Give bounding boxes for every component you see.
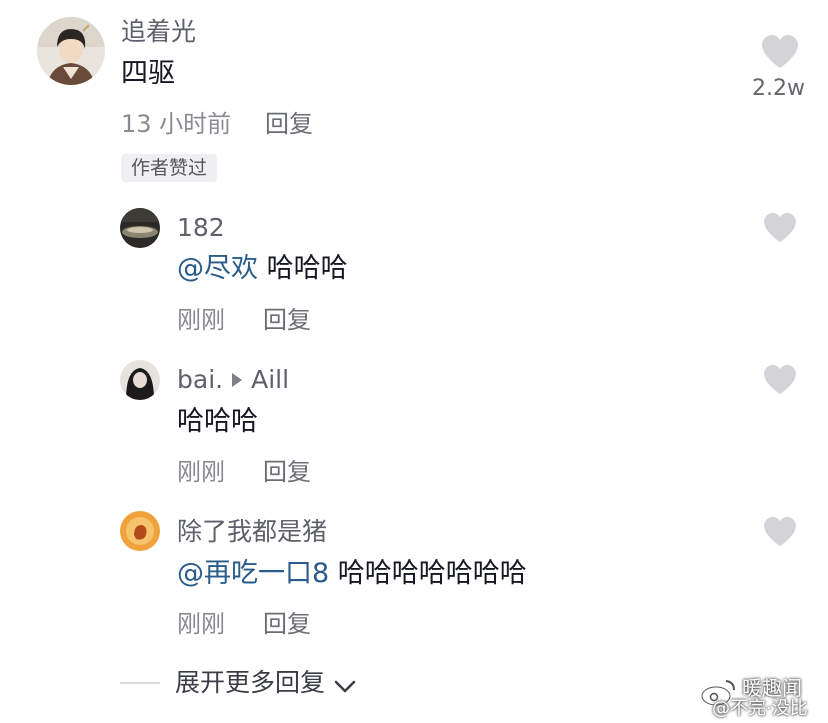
mention-link[interactable]: @再吃一口8 — [177, 558, 329, 589]
reply-text: 哈哈哈 — [177, 406, 258, 437]
avatar[interactable] — [120, 360, 160, 400]
divider — [120, 682, 160, 684]
avatar[interactable] — [37, 17, 105, 85]
reply-button[interactable]: 回复 — [263, 609, 311, 639]
like-button[interactable] — [762, 212, 798, 244]
avatar[interactable] — [120, 511, 160, 551]
comment-text: 四驱 — [121, 58, 175, 89]
watermark-line2: @不完·没比 — [712, 698, 808, 719]
reply-button[interactable]: 回复 — [263, 305, 311, 335]
avatar[interactable] — [120, 208, 160, 248]
reply-text: @再吃一口8 哈哈哈哈哈哈哈 — [177, 557, 527, 591]
chevron-down-icon — [334, 680, 356, 692]
play-arrow-icon — [232, 373, 243, 387]
reply-button[interactable]: 回复 — [265, 109, 313, 139]
reply-username-line: bai. Aill — [177, 365, 289, 395]
like-button[interactable] — [760, 34, 800, 70]
comment-timestamp: 13 小时前 — [121, 110, 232, 138]
expand-more-label: 展开更多回复 — [175, 668, 326, 697]
reply-text: @尽欢 哈哈哈 — [177, 252, 348, 286]
heart-icon — [764, 212, 796, 243]
reply-to-username[interactable]: Aill — [251, 365, 289, 394]
author-liked-badge: 作者赞过 — [121, 154, 218, 182]
like-button[interactable] — [762, 364, 798, 396]
expand-more-replies[interactable]: 展开更多回复 — [175, 668, 356, 698]
like-count: 2.2w — [752, 76, 805, 101]
reply-timestamp: 刚刚 — [177, 458, 225, 486]
like-button[interactable] — [762, 516, 798, 548]
heart-icon — [764, 516, 796, 547]
reply-timestamp: 刚刚 — [177, 306, 225, 334]
comment-username[interactable]: 追着光 — [121, 17, 196, 47]
reply-text-content: 哈哈哈哈哈哈哈 — [337, 558, 527, 589]
reply-username[interactable]: 182 — [177, 213, 225, 243]
reply-button[interactable]: 回复 — [263, 457, 311, 487]
reply-timestamp: 刚刚 — [177, 610, 225, 638]
reply-text-content: 哈哈哈 — [266, 253, 348, 284]
heart-icon — [764, 364, 796, 395]
reply-username[interactable]: bai. — [177, 365, 223, 394]
mention-link[interactable]: @尽欢 — [177, 253, 258, 284]
heart-icon — [762, 35, 798, 68]
reply-username[interactable]: 除了我都是猪 — [177, 517, 327, 547]
watermark-line1: 暖趣闻 — [742, 676, 802, 700]
